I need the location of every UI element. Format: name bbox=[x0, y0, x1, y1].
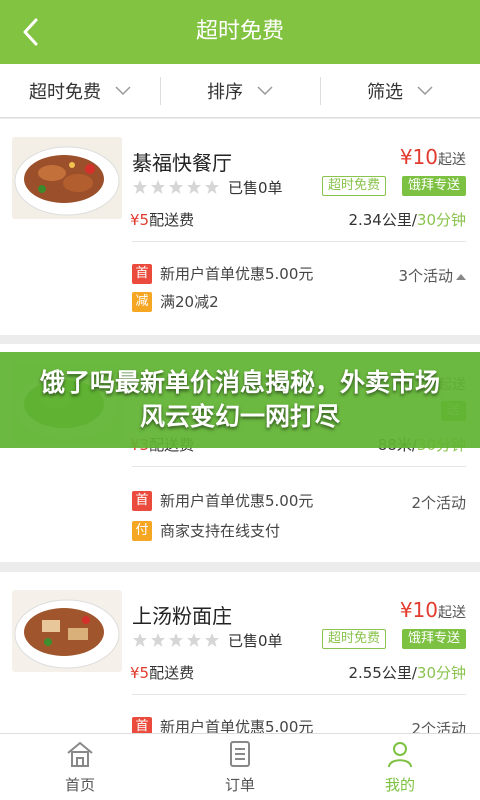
distance-time: 2.55公里/30分钟 bbox=[348, 662, 466, 683]
filter-label: 筛选 bbox=[367, 81, 403, 103]
promo-badge: 首 bbox=[132, 490, 152, 511]
star-icon bbox=[187, 633, 201, 647]
star-icon bbox=[205, 633, 219, 647]
tab-label: 订单 bbox=[224, 775, 255, 794]
divider bbox=[132, 466, 466, 467]
activity-toggle[interactable]: 2个活动 bbox=[411, 492, 466, 513]
promo-row: 首 新用户首单优惠5.00元 bbox=[132, 263, 313, 284]
activity-count: 2个活动 bbox=[411, 494, 466, 512]
order-icon bbox=[230, 740, 250, 767]
triangle-up-icon bbox=[456, 273, 466, 280]
star-icon bbox=[133, 180, 147, 194]
promo-row: 付 商家支持在线支付 bbox=[132, 520, 280, 541]
delivery-time: 30分钟 bbox=[416, 664, 466, 682]
activity-toggle[interactable]: 3个活动 bbox=[398, 265, 466, 286]
chevron-down-icon bbox=[257, 85, 273, 95]
promo-text: 满20减2 bbox=[160, 293, 219, 311]
bottom-tab-bar: 首页 订单 我的 bbox=[0, 733, 480, 800]
restaurant-photo bbox=[12, 137, 122, 219]
promo-row: 首 新用户首单优惠5.00元 bbox=[132, 490, 313, 511]
activity-count: 3个活动 bbox=[398, 267, 453, 285]
divider bbox=[132, 241, 466, 242]
restaurant-name: 綦福快餐厅 bbox=[132, 151, 232, 175]
price-value: ¥10 bbox=[399, 145, 438, 169]
timeout-free-tag: 超时免费 bbox=[321, 176, 386, 196]
tab-home[interactable]: 首页 bbox=[0, 734, 160, 800]
divider bbox=[132, 694, 466, 695]
distance: 2.55公里/ bbox=[348, 664, 417, 682]
price-suffix: 起送 bbox=[438, 152, 466, 168]
restaurant-card[interactable]: 上汤粉面庄 ¥10起送 已售0单 超时免费 饿拜专送 ¥5配送费 2.55公里/… bbox=[0, 572, 480, 742]
price-suffix: 起送 bbox=[438, 605, 466, 621]
filter-label: 超时免费 bbox=[29, 81, 101, 103]
tab-label: 首页 bbox=[64, 775, 95, 794]
rating-stars bbox=[132, 632, 220, 648]
chevron-down-icon bbox=[115, 85, 131, 95]
fee-value: ¥5 bbox=[130, 211, 150, 229]
chevron-down-icon bbox=[417, 85, 433, 95]
promo-text: 新用户首单优惠5.00元 bbox=[160, 265, 314, 283]
rating-stars bbox=[132, 179, 220, 195]
min-order-price: ¥10起送 bbox=[400, 145, 466, 169]
banner-text: 饿了吗最新单价消息揭秘，外卖市场风云变幻一网打尽 bbox=[40, 368, 441, 431]
fee-label: 配送费 bbox=[149, 664, 195, 682]
promo-row: 减 满20减2 bbox=[132, 291, 219, 312]
delivery-fee: ¥5配送费 bbox=[130, 209, 194, 230]
delivery-tag: 饿拜专送 bbox=[401, 176, 466, 196]
star-icon bbox=[151, 633, 165, 647]
fee-value: ¥5 bbox=[130, 664, 150, 682]
distance-time: 2.34公里/30分钟 bbox=[348, 209, 466, 230]
promo-badge: 付 bbox=[132, 520, 152, 541]
star-icon bbox=[187, 180, 201, 194]
star-icon bbox=[169, 633, 183, 647]
star-icon bbox=[169, 180, 183, 194]
tab-orders[interactable]: 订单 bbox=[160, 734, 320, 800]
promo-text: 新用户首单优惠5.00元 bbox=[160, 492, 314, 510]
fee-label: 配送费 bbox=[149, 211, 195, 229]
filter-screen[interactable]: 筛选 bbox=[320, 64, 480, 117]
tab-label: 我的 bbox=[384, 775, 415, 794]
user-icon bbox=[388, 741, 412, 767]
delivery-tag: 饿拜专送 bbox=[401, 629, 466, 649]
delivery-fee: ¥5配送费 bbox=[130, 662, 194, 683]
page-title: 超时免费 bbox=[195, 19, 284, 44]
promo-text: 商家支持在线支付 bbox=[160, 522, 281, 540]
star-icon bbox=[205, 180, 219, 194]
headline-banner: 饿了吗最新单价消息揭秘，外卖市场风云变幻一网打尽 bbox=[0, 352, 480, 448]
promo-badge: 首 bbox=[132, 263, 152, 284]
min-order-price: ¥10起送 bbox=[400, 598, 466, 622]
restaurant-name: 上汤粉面庄 bbox=[132, 604, 232, 628]
filter-sort[interactable]: 排序 bbox=[160, 64, 320, 117]
promo-badge: 减 bbox=[132, 291, 152, 312]
star-icon bbox=[151, 180, 165, 194]
filter-bar: 超时免费 排序 筛选 bbox=[0, 64, 480, 118]
restaurant-photo bbox=[12, 590, 122, 672]
star-icon bbox=[133, 633, 147, 647]
filter-label: 排序 bbox=[207, 81, 243, 103]
tab-me[interactable]: 我的 bbox=[320, 734, 480, 800]
delivery-time: 30分钟 bbox=[416, 211, 466, 229]
distance: 2.34公里/ bbox=[348, 211, 417, 229]
filter-timeout-free[interactable]: 超时免费 bbox=[0, 64, 160, 117]
header-bar: 超时免费 bbox=[0, 0, 480, 64]
sold-count: 已售0单 bbox=[228, 632, 283, 650]
restaurant-card[interactable]: 綦福快餐厅 ¥10起送 已售0单 超时免费 饿拜专送 ¥5配送费 2.34公里/… bbox=[0, 119, 480, 335]
price-value: ¥10 bbox=[399, 598, 438, 622]
home-icon bbox=[67, 741, 93, 767]
timeout-free-tag: 超时免费 bbox=[321, 629, 386, 649]
sold-count: 已售0单 bbox=[228, 179, 283, 197]
